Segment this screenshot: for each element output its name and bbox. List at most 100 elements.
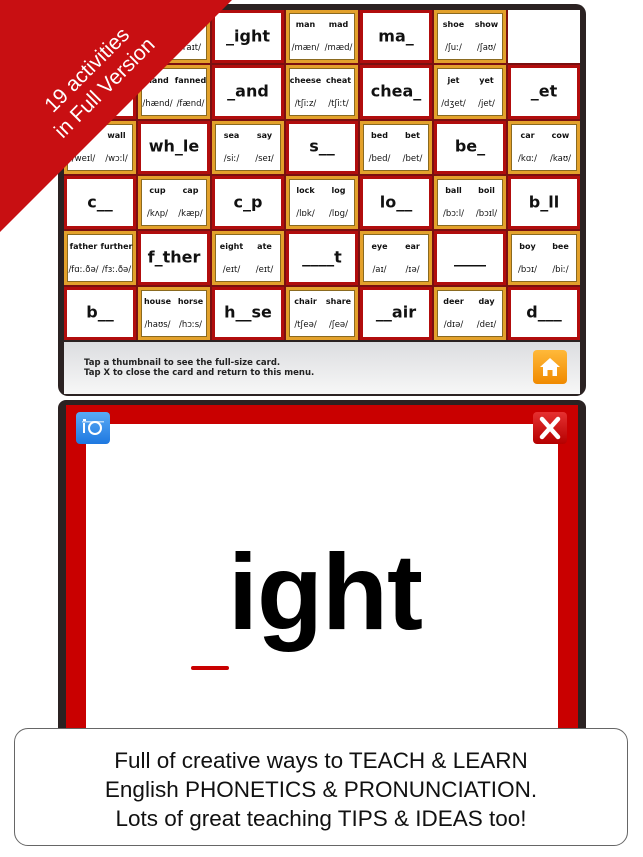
pair-ipa: /aɪ/ [372, 264, 387, 275]
word-pair: eight ate/eɪt/ /eɪt/ [215, 234, 281, 281]
pair-ipa: /bɔːl/ [442, 209, 465, 220]
thumbnail-word: f_ther [147, 247, 201, 267]
thumbnail-card[interactable]: father further/fɑː.ðə//fɜː.ðə/ [64, 231, 136, 285]
pair-ipa: /bɔɪ/ [518, 264, 537, 275]
pair-ipa: /tʃeə/ [294, 320, 317, 331]
thumbnail-card[interactable]: eye ear/aɪ/ /ɪə/ [360, 231, 432, 285]
pair-ipa: /kɑː/ [518, 154, 537, 165]
pair-word: log [331, 186, 346, 196]
thumbnail-card[interactable]: car cow/kɑː/ /kaʊ/ [508, 120, 580, 174]
thumbnail-card[interactable]: bed bet/bed/ /bet/ [360, 120, 432, 174]
pair-word: ear [405, 241, 420, 251]
pair-word: ball [445, 186, 462, 196]
thumbnail-card[interactable]: man mad/mæn/ /mæd/ [286, 10, 358, 64]
pair-ipa: /tʃiːt/ [328, 98, 349, 109]
thumbnail-word: ma_ [378, 26, 414, 46]
thumbnail-card[interactable]: d___ [508, 286, 580, 340]
pair-ipa: /hɔːs/ [178, 320, 203, 331]
home-button[interactable] [533, 350, 567, 384]
thumbnail-card[interactable]: h__se [212, 286, 284, 340]
word-pair: boy bee/bɔɪ/ /biː/ [511, 234, 577, 281]
thumbnail-word: s__ [309, 136, 335, 156]
thumbnail-card[interactable]: __air [360, 286, 432, 340]
word-pair: cheese cheat/tʃiːz/ /tʃiːt/ [289, 68, 355, 115]
thumbnail-card[interactable]: _et [508, 65, 580, 119]
thumbnail-card[interactable]: boy bee/bɔɪ/ /biː/ [508, 231, 580, 285]
pair-word: cheat [325, 75, 352, 85]
word-pair: lock log/lɒk/ /lɒg/ [289, 179, 355, 226]
promo-box: Full of creative ways to TEACH & LEARN E… [14, 728, 628, 846]
thumbnail-card[interactable]: lo__ [360, 175, 432, 230]
pair-word: eight [219, 241, 244, 251]
camera-icon [82, 419, 104, 435]
pair-ipa: /jet/ [478, 98, 495, 109]
pair-ipa: /ʃuː/ [445, 43, 462, 54]
thumbnail-word: _et [530, 81, 558, 101]
pair-word: cow [551, 130, 570, 140]
pair-ipa: /biː/ [552, 264, 569, 275]
thumbnail-card[interactable]: house horse/haʊs/ /hɔːs/ [138, 286, 210, 340]
pair-word: ate [257, 241, 272, 251]
thumbnail-card[interactable]: b_ll [508, 175, 580, 230]
pair-ipa: /deɪ/ [476, 320, 497, 331]
promo-line-2: English PHONETICS & PRONUNCIATION. [104, 777, 538, 802]
thumbnail-word: b__ [86, 302, 114, 322]
card-blank-line [191, 666, 229, 670]
pair-word: man [295, 20, 316, 30]
pair-ipa: /ʃaʊ/ [476, 43, 497, 54]
instructions-line-1: Tap a thumbnail to see the full-size car… [84, 358, 281, 368]
word-pair: jet yet/dʒet/ /jet/ [437, 68, 503, 115]
thumbnail-card[interactable]: ball boil/bɔːl/ /bɔɪl/ [434, 175, 506, 230]
home-icon [540, 358, 560, 376]
thumbnail-card[interactable]: deer day/dɪə/ /deɪ/ [434, 286, 506, 340]
thumbnail-card[interactable]: shoe show/ʃuː/ /ʃaʊ/ [434, 10, 506, 64]
thumbnail-card[interactable]: f_ther [138, 231, 210, 285]
thumbnail-word: chea_ [370, 81, 422, 101]
thumbnail-card[interactable]: cheese cheat/tʃiːz/ /tʃiːt/ [286, 65, 358, 119]
word-pair: ball boil/bɔːl/ /bɔɪl/ [437, 179, 503, 226]
word-pair: eye ear/aɪ/ /ɪə/ [363, 234, 429, 281]
pair-word: house [143, 296, 172, 306]
thumbnail-word: be_ [454, 136, 486, 156]
pair-word: bet [405, 130, 420, 140]
thumbnail-card[interactable]: chair share/tʃeə/ /ʃeə/ [286, 286, 358, 340]
instructions-line-2: Tap X to close the card and return to th… [84, 368, 315, 378]
word-pair: car cow/kɑː/ /kaʊ/ [511, 124, 577, 171]
pair-word: further [100, 241, 133, 251]
pair-ipa: /dʒet/ [441, 98, 466, 109]
thumbnail-word: b_ll [528, 192, 560, 212]
thumbnail-word: ____ [454, 247, 486, 267]
thumbnail-card[interactable]: s__ [286, 120, 358, 174]
promo-line-3: Lots of great teaching TIPS & IDEAS too! [115, 806, 527, 831]
close-icon [539, 416, 561, 440]
pair-ipa: /bɔɪl/ [475, 209, 498, 220]
thumbnail-card[interactable]: b__ [64, 286, 136, 340]
thumbnail-card[interactable]: chea_ [360, 65, 432, 119]
pair-ipa: /fɜː.ðə/ [101, 264, 132, 275]
thumbnail-word: lo__ [379, 192, 413, 212]
thumbnail-card[interactable]: jet yet/dʒet/ /jet/ [434, 65, 506, 119]
camera-button[interactable] [76, 412, 110, 444]
pair-ipa: /haʊs/ [144, 320, 171, 331]
pair-word: yet [479, 75, 494, 85]
pair-ipa: /ʃeə/ [328, 320, 349, 331]
thumbnail-card[interactable]: ____ [434, 231, 506, 285]
pair-ipa: /lɒk/ [296, 209, 315, 220]
pair-word: share [325, 296, 352, 306]
thumbnail-card[interactable]: lock log/lɒk/ /lɒg/ [286, 175, 358, 230]
pair-word: shoe [442, 20, 465, 30]
thumbnail-card[interactable]: ma_ [360, 10, 432, 64]
word-pair: man mad/mæn/ /mæd/ [289, 13, 355, 60]
thumbnail-card[interactable]: be_ [434, 120, 506, 174]
close-card-button[interactable] [533, 412, 567, 444]
thumbnail-card[interactable]: ____t [286, 231, 358, 285]
pair-word: lock [296, 186, 315, 196]
card-word: ight [228, 531, 423, 652]
thumbnail-card[interactable]: eight ate/eɪt/ /eɪt/ [212, 231, 284, 285]
promo-line-1: Full of creative ways to TEACH & LEARN [114, 748, 528, 773]
pair-word: deer [443, 296, 464, 306]
pair-word: jet [447, 75, 460, 85]
pair-ipa: /mæd/ [324, 43, 353, 54]
pair-word: bee [552, 241, 569, 251]
pair-ipa: /fɑː.ðə/ [68, 264, 99, 275]
